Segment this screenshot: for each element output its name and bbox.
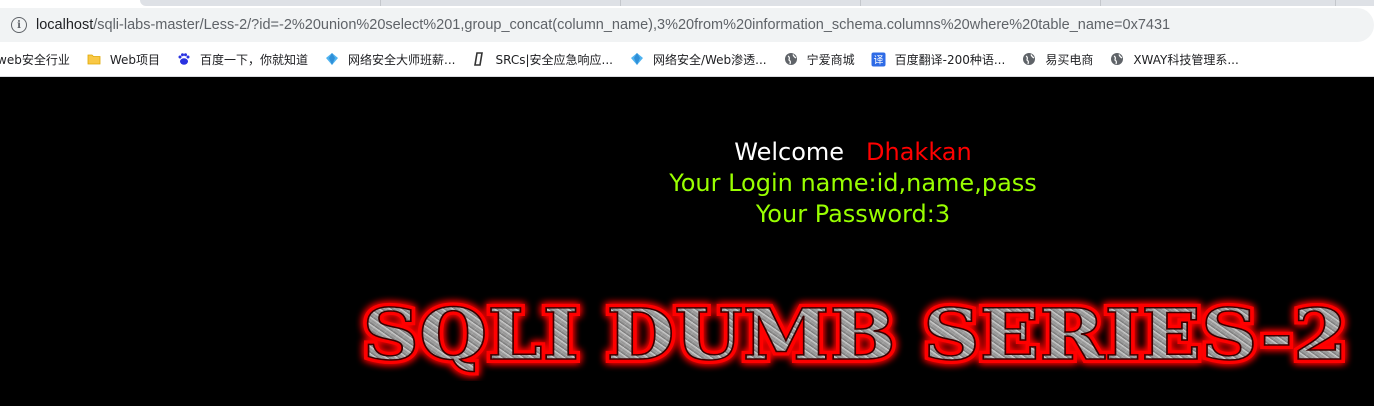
bookmark-label: 百度翻译-200种语... [894,52,1006,67]
bookmark-label: 网络安全/Web渗透... [652,52,767,67]
bookmark-security-master[interactable]: 网络安全大师班薪... [318,47,461,71]
url-path: /sqli-labs-master/Less-2/?id=-2%20union%… [93,17,1171,33]
banner-title: SQLI DUMB SERIES-2 SQLI DUMB SERIES-2 [355,291,1355,381]
page-content: Welcome Dhakkan Your Login name:id,name,p… [0,77,1374,406]
bookmark-label: Web项目 [109,52,160,67]
bookmark-label: XWAY科技管理系... [1133,52,1239,67]
url-text[interactable]: localhost/sqli-labs-master/Less-2/?id=-2… [36,17,1170,33]
site-info-icon[interactable]: i [11,17,27,33]
bookmark-baidu[interactable]: 百度一下，你就知道 [170,47,314,71]
password-result: Your Password:3 [755,200,951,228]
bookmark-web-projects[interactable]: Web项目 [80,47,166,71]
banner-title-graphic: SQLI DUMB SERIES-2 SQLI DUMB SERIES-2 [359,291,1352,380]
bookmark-xway[interactable]: XWAY科技管理系... [1103,47,1244,71]
bookmark-srcs[interactable]: SRCs|安全应急响应... [465,47,618,71]
banner-title-text: SQLI DUMB SERIES-2 [363,293,1348,376]
tab-strip [140,0,1374,6]
bookmark-web-security[interactable]: web安全行业 [0,47,76,71]
bookmark-yimai-shop[interactable]: 易买电商 [1015,47,1099,71]
bookmark-baidu-translate[interactable]: 译 百度翻译-200种语... [865,47,1012,71]
address-bar[interactable]: i localhost/sqli-labs-master/Less-2/?id=… [0,8,1374,42]
bookmark-label: 网络安全大师班薪... [348,52,456,67]
bookmarks-bar: web安全行业 Web项目 百度一下，你就知道 网络安全大师班薪... SRCs… [0,44,1374,74]
globe-icon [783,51,799,67]
bookmark-label: 百度一下，你就知道 [200,52,309,67]
bookmark-ningai-mall[interactable]: 宁爱商城 [777,47,861,71]
globe-icon [1109,51,1125,67]
baidu-icon [176,51,192,67]
bookmark-label: SRCs|安全应急响应... [495,52,613,67]
bookmark-label: 易买电商 [1045,52,1094,67]
bracket-icon [471,51,487,67]
browser-chrome: i localhost/sqli-labs-master/Less-2/?id=… [0,0,1374,77]
globe-icon [1021,51,1037,67]
bookmark-label: 宁爱商城 [806,52,855,67]
translate-icon: 译 [871,51,887,67]
login-name-result: Your Login name:id,name,pass [669,169,1037,197]
welcome-label: Welcome [734,138,845,166]
welcome-line: Welcome Dhakkan [0,137,1374,168]
welcome-block: Welcome Dhakkan Your Login name:id,name,p… [0,137,1374,230]
folder-icon [86,51,102,67]
bookmark-web-pentest[interactable]: 网络安全/Web渗透... [623,47,773,71]
welcome-name: Dhakkan [866,138,972,166]
url-host: localhost [36,17,94,33]
bookmark-label: web安全行业 [0,52,70,67]
diamond-icon [324,51,340,67]
svg-text:译: 译 [874,54,884,66]
diamond-icon [629,51,645,67]
